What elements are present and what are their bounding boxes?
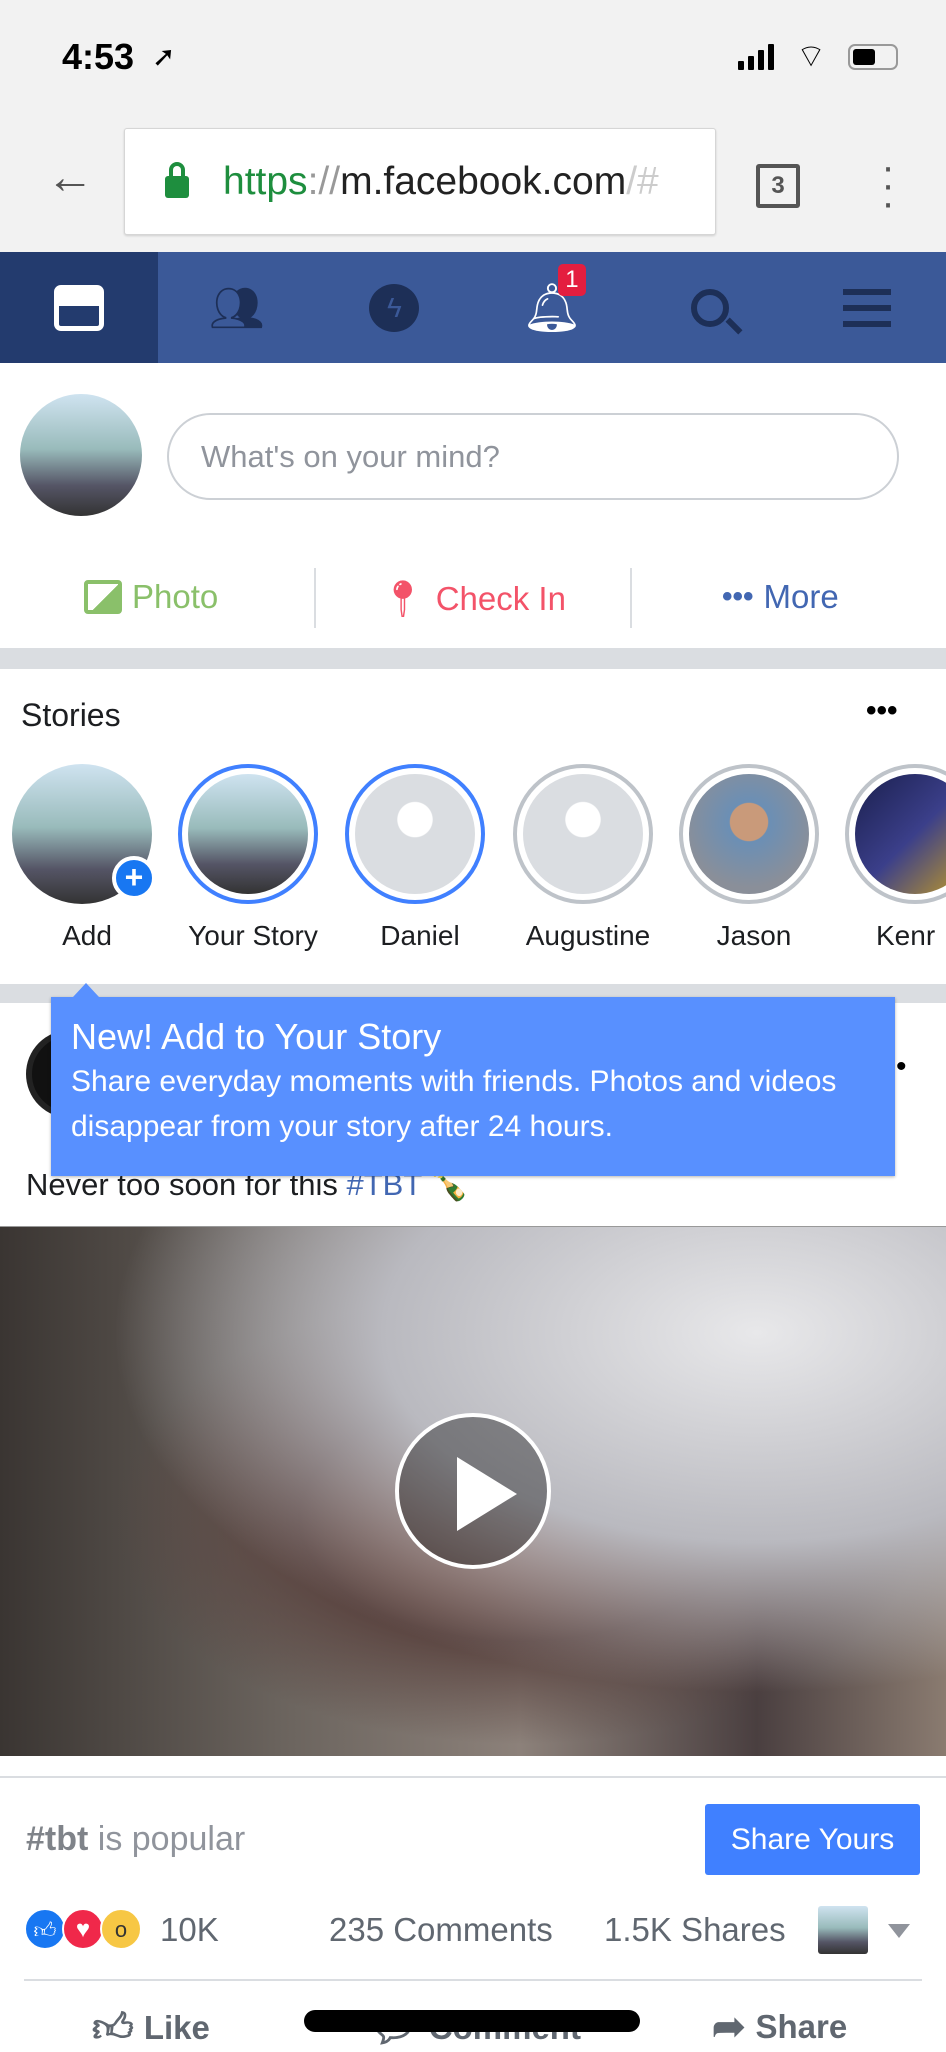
photo-button[interactable]: Photo <box>84 578 218 616</box>
reaction-count[interactable]: 10K <box>160 1911 219 1949</box>
divider <box>630 568 632 628</box>
checkin-button[interactable]: 📍︎ Check In <box>380 578 566 620</box>
play-button[interactable] <box>395 1413 551 1569</box>
hamburger-icon <box>843 288 892 327</box>
story-kenr[interactable] <box>845 764 946 904</box>
reaction-icons[interactable]: 👍︎ ♥ o <box>24 1908 142 1950</box>
tooltip-arrow <box>73 983 99 997</box>
status-bar: 4:53 ➚ ⌔ <box>0 0 946 120</box>
battery-icon <box>848 44 898 70</box>
divider <box>314 568 316 628</box>
photo-icon <box>84 580 122 614</box>
more-label: More <box>763 578 839 615</box>
nav-friends[interactable]: 👥︎ <box>158 252 316 363</box>
like-label: Like <box>143 2009 210 2046</box>
divider <box>24 1979 922 1981</box>
menu-dots-icon[interactable]: · · · <box>878 147 898 223</box>
share-button[interactable]: ➦ Share <box>712 2004 847 2050</box>
share-arrow-icon: ➦ <box>712 2005 746 2049</box>
url-scheme: https <box>223 159 308 203</box>
chevron-down-icon[interactable] <box>888 1924 910 1938</box>
story-augustine[interactable] <box>513 764 653 904</box>
post-options-icon[interactable]: • <box>896 1050 907 1084</box>
friends-icon: 👥︎ <box>208 283 265 333</box>
wifi-icon: ⌔ <box>796 38 827 74</box>
notification-badge: 1 <box>558 264 586 296</box>
more-dots-icon: ••• <box>722 580 754 613</box>
url-path: /# <box>626 159 659 203</box>
url-bar[interactable]: https://m.facebook.com/# <box>124 128 716 235</box>
clock: 4:53 <box>62 36 135 77</box>
comment-count[interactable]: 235 Comments <box>329 1911 553 1949</box>
back-icon[interactable]: ← <box>46 150 94 205</box>
story-name: Kenr <box>876 920 936 951</box>
story-daniel[interactable] <box>345 764 485 904</box>
stories-options-icon[interactable]: ••• <box>866 694 898 728</box>
play-icon <box>457 1457 517 1531</box>
viewer-avatar <box>818 1906 868 1954</box>
popular-tag[interactable]: #tbt <box>26 1820 88 1858</box>
signal-icon <box>738 44 774 70</box>
story-name: Jason <box>716 920 792 951</box>
nav-messenger[interactable]: ϟ <box>316 252 474 363</box>
story-name: Daniel <box>380 920 460 951</box>
like-reaction-icon: 👍︎ <box>24 1908 66 1950</box>
plus-icon[interactable]: + <box>112 856 156 900</box>
home-indicator[interactable] <box>304 2010 640 2032</box>
popular-text: is popular <box>88 1820 246 1858</box>
nav-news-feed[interactable] <box>0 252 158 363</box>
share-yours-button[interactable]: Share Yours <box>705 1804 920 1875</box>
lock-icon <box>165 161 189 198</box>
tooltip-title: New! Add to Your Story <box>71 1016 442 1057</box>
status-input[interactable]: What's on your mind? <box>167 413 899 500</box>
news-feed-icon <box>54 284 104 331</box>
like-button[interactable]: 👍︎ Like <box>92 2004 210 2052</box>
location-pin-icon: 📍︎ <box>380 578 426 619</box>
story-name: Your Story <box>188 920 318 951</box>
facebook-nav-bar: 👥︎ ϟ 🔔︎ 1 <box>0 252 946 363</box>
share-count[interactable]: 1.5K Shares <box>604 1911 786 1949</box>
tab-count-button[interactable]: 3 <box>756 164 800 208</box>
photo-label: Photo <box>132 578 219 615</box>
url-host: m.facebook.com <box>340 159 627 203</box>
nav-notifications[interactable]: 🔔︎ 1 <box>473 252 631 363</box>
story-your-story[interactable] <box>178 764 318 904</box>
story-name: Augustine <box>525 920 651 951</box>
section-divider <box>0 648 946 669</box>
tooltip-body: Share everyday moments with friends. Pho… <box>71 1065 837 1143</box>
stories-title: Stories <box>21 697 121 733</box>
messenger-icon: ϟ <box>369 283 420 332</box>
wow-reaction-icon: o <box>100 1908 142 1950</box>
popular-hashtag: #tbt is popular <box>26 1820 245 1859</box>
video-player[interactable] <box>0 1226 946 1756</box>
story-tooltip[interactable]: New! Add to Your Story Share everyday mo… <box>51 983 895 1176</box>
divider <box>0 1776 946 1778</box>
love-reaction-icon: ♥ <box>62 1908 104 1950</box>
location-icon: ➚ <box>152 41 176 72</box>
story-jason[interactable] <box>679 764 819 904</box>
nav-menu[interactable] <box>788 252 946 363</box>
story-name: Add <box>62 920 112 951</box>
nav-search[interactable] <box>631 252 789 363</box>
thumbs-up-icon: 👍︎ <box>92 2006 134 2050</box>
url-separator: :// <box>307 159 341 203</box>
more-button[interactable]: ••• More <box>722 578 839 616</box>
checkin-label: Check In <box>435 580 566 617</box>
search-icon <box>690 288 743 334</box>
user-avatar[interactable] <box>20 394 142 516</box>
share-label: Share <box>755 2008 848 2045</box>
